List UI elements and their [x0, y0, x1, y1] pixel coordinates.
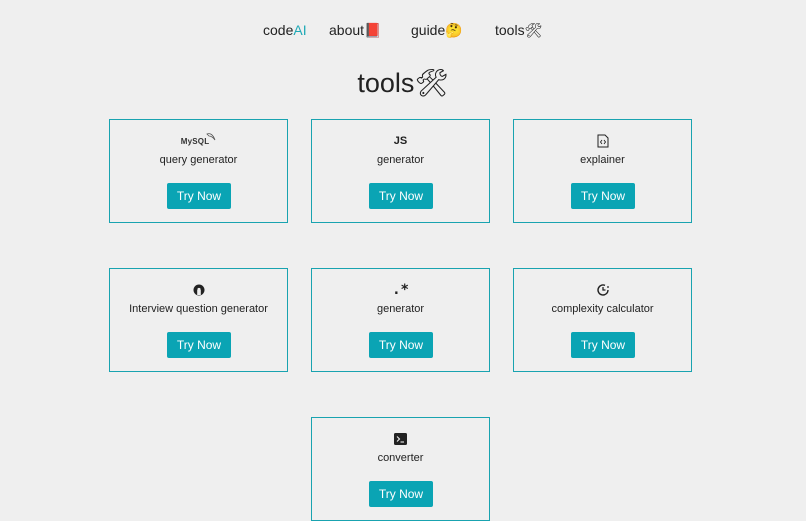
tool-card-complexity: complexity calculator Try Now	[513, 268, 692, 372]
try-now-button[interactable]: Try Now	[369, 332, 433, 358]
terminal-icon	[394, 433, 407, 445]
hammer-wrench-icon: 🛠	[524, 23, 543, 39]
nav-about-link[interactable]: about📕	[329, 20, 381, 41]
tool-card-interview: Interview question generator Try Now	[109, 268, 288, 372]
js-logo-text: JS	[393, 135, 408, 147]
try-now-button[interactable]: Try Now	[167, 332, 231, 358]
thinking-face-icon: 🤔	[445, 23, 463, 39]
nav-guide-link[interactable]: guide🤔	[411, 20, 463, 41]
card-label: query generator	[159, 154, 238, 166]
interview-logo-icon	[193, 284, 204, 296]
tool-card-js: JS generator Try Now	[311, 119, 490, 223]
regex-icon-text: .*	[392, 282, 409, 298]
try-now-button[interactable]: Try Now	[571, 332, 635, 358]
clock-icon	[596, 284, 609, 296]
brand-prefix: code	[263, 22, 294, 38]
try-now-button[interactable]: Try Now	[571, 183, 635, 209]
terminal-icon-wrap	[312, 430, 489, 448]
mysql-logo-icon: MySQL	[110, 132, 287, 150]
js-logo-icon: JS	[312, 132, 489, 150]
card-label: converter	[377, 452, 424, 464]
brand-accent: AI	[293, 22, 307, 38]
page-title-text: tools	[357, 68, 415, 98]
nav-tools-link[interactable]: tools🛠	[495, 20, 542, 41]
card-label: explainer	[580, 154, 625, 166]
top-nav: codeAI about📕 guide🤔 tools🛠	[0, 20, 806, 42]
clock-icon-wrap	[514, 281, 691, 299]
card-label: generator	[376, 154, 425, 166]
nav-tools-label: tools	[495, 22, 525, 38]
file-code-icon	[597, 134, 608, 148]
try-now-button[interactable]: Try Now	[167, 183, 231, 209]
hammer-wrench-icon: 🛠	[414, 68, 449, 99]
tool-card-regex: .* generator Try Now	[311, 268, 490, 372]
tool-card-explainer: explainer Try Now	[513, 119, 692, 223]
book-icon: 📕	[364, 23, 382, 39]
card-label: Interview question generator	[129, 303, 268, 315]
card-label: complexity calculator	[551, 303, 654, 315]
page-title: tools🛠	[0, 66, 806, 101]
tool-card-mysql: MySQL query generator Try Now	[109, 119, 288, 223]
regex-icon: .*	[312, 281, 489, 299]
interview-icon-wrap	[110, 281, 287, 299]
card-label: generator	[376, 303, 425, 315]
nav-guide-label: guide	[411, 22, 446, 38]
mysql-logo-text: MySQL	[180, 136, 210, 146]
brand-logo[interactable]: codeAI	[263, 20, 307, 40]
try-now-button[interactable]: Try Now	[369, 481, 433, 507]
nav-about-label: about	[329, 22, 365, 38]
tool-card-converter: converter Try Now	[311, 417, 490, 521]
file-code-icon-wrap	[514, 132, 691, 150]
try-now-button[interactable]: Try Now	[369, 183, 433, 209]
